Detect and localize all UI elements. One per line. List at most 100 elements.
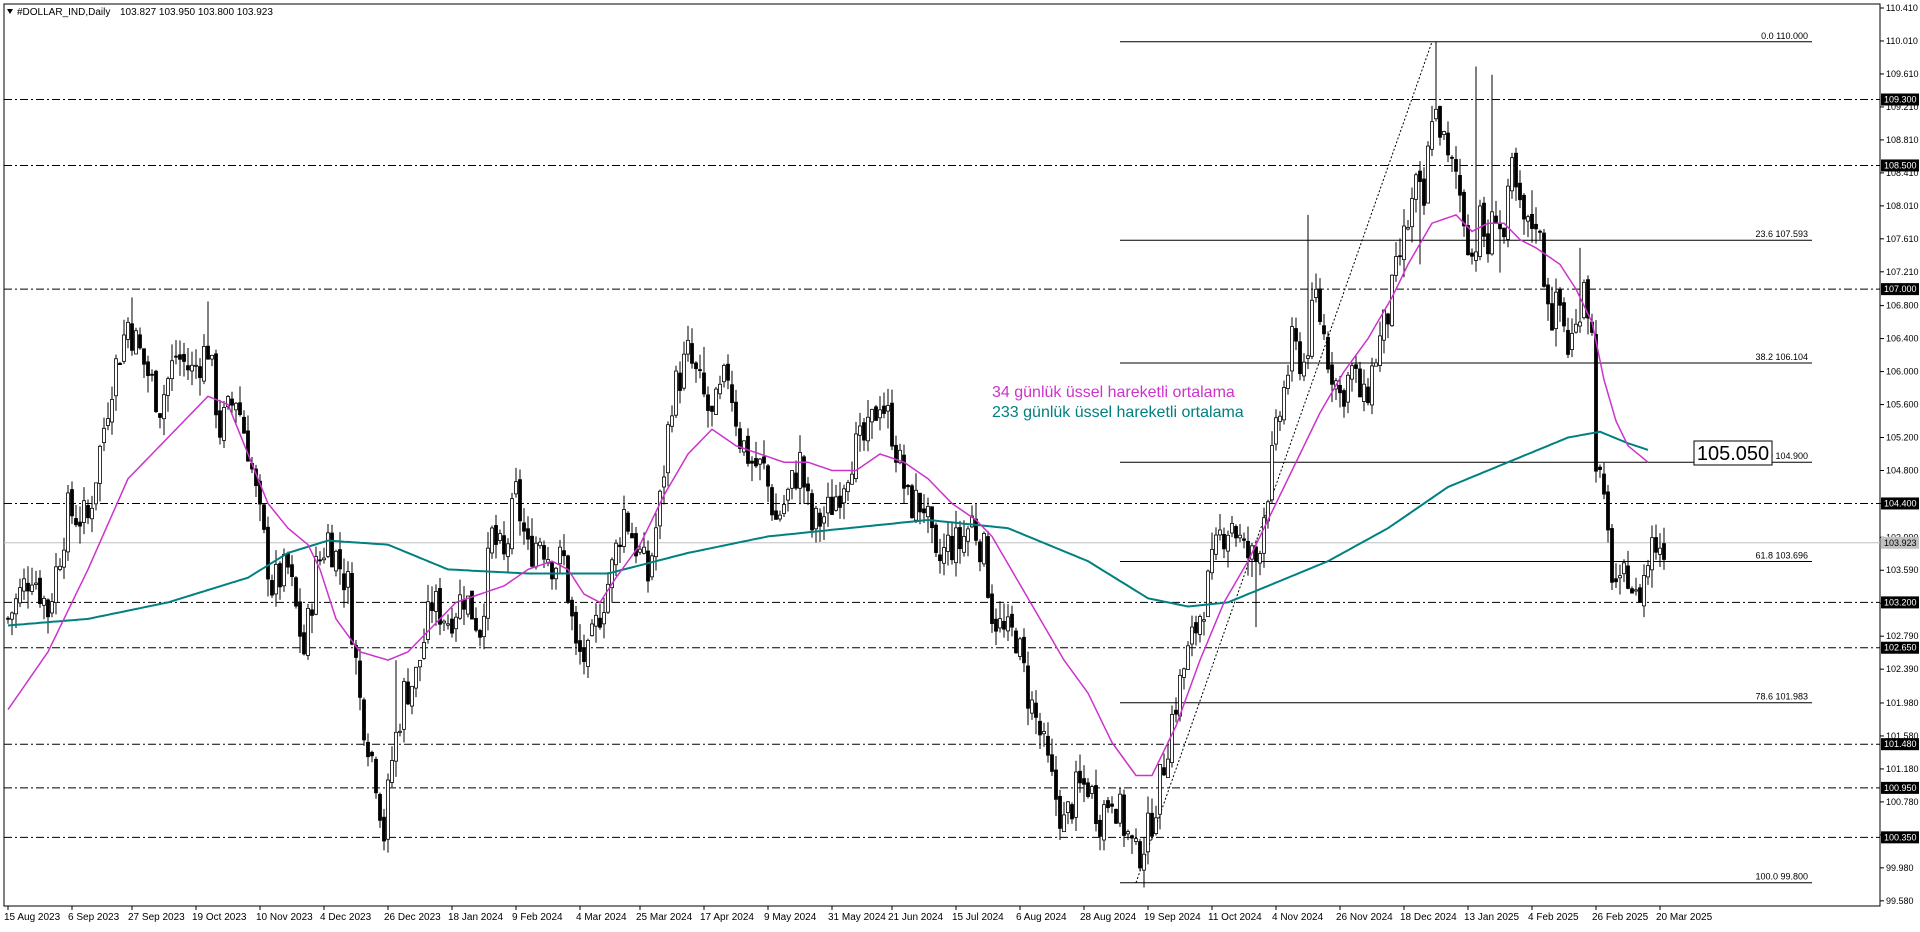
candle-body (1438, 106, 1442, 138)
level-price-tag: 101.480 (1884, 739, 1917, 749)
candle-body (534, 542, 538, 568)
candle-body (1194, 622, 1198, 634)
candle-body (710, 405, 714, 412)
candle-body (18, 587, 22, 604)
candle-body (1478, 205, 1482, 257)
candle-body (294, 577, 298, 607)
candle-body (1114, 808, 1118, 824)
candle-body (38, 577, 42, 605)
candle-body (1294, 328, 1298, 342)
candle (154, 369, 158, 413)
candle-body (794, 472, 798, 489)
candle-body (1082, 778, 1086, 785)
fib-level-label: 61.8 103.696 (1755, 551, 1808, 561)
candle-body (586, 639, 590, 667)
candle-body (658, 490, 662, 527)
candle-body (282, 554, 286, 587)
fib-level-label: 0.0 110.000 (1761, 31, 1808, 41)
candle-body (1118, 793, 1122, 824)
x-tick-label: 19 Oct 2023 (192, 912, 247, 923)
x-tick-label: 4 Nov 2024 (1272, 912, 1324, 923)
candle-body (1370, 365, 1374, 406)
candle-body (962, 536, 966, 553)
candle-body (478, 630, 482, 638)
x-tick-label: 27 Sep 2023 (128, 912, 185, 923)
candle-body (54, 566, 58, 603)
candle-body (1610, 528, 1614, 583)
candle-body (926, 505, 930, 518)
candle-body (1362, 383, 1366, 402)
candle-body (142, 348, 146, 365)
candle-body (1450, 156, 1454, 159)
x-tick-label: 19 Sep 2024 (1144, 912, 1201, 923)
candle-body (158, 413, 162, 418)
plot-area[interactable] (3, 3, 1881, 907)
candle-body (1658, 547, 1662, 555)
candle-body (1178, 674, 1182, 717)
candle (1426, 141, 1430, 204)
candle-body (1338, 384, 1342, 394)
candle-body (506, 543, 510, 557)
candle-body (1030, 699, 1034, 714)
candle-body (874, 406, 878, 421)
candle (134, 327, 138, 355)
candle-body (1366, 386, 1370, 404)
candle-body (918, 492, 922, 513)
candle (626, 511, 630, 535)
candle-body (1342, 390, 1346, 407)
candle-body (646, 550, 650, 582)
y-tick-label: 106.800 (1886, 301, 1919, 311)
candle-body (338, 549, 342, 570)
candle-body (718, 383, 722, 395)
candle-body (174, 355, 178, 358)
candle-body (678, 372, 682, 391)
candle-body (1206, 570, 1210, 618)
candle (1542, 228, 1546, 288)
y-tick-label: 102.390 (1886, 664, 1919, 674)
candle-body (1426, 145, 1430, 204)
price-chart[interactable]: 0.0 110.00023.6 107.59338.2 106.10450.0 … (0, 0, 1920, 927)
level-price-tag: 108.500 (1884, 160, 1917, 170)
candle-body (1394, 256, 1398, 276)
candle-body (1110, 803, 1114, 807)
candle-body (1190, 626, 1194, 645)
candle-body (758, 458, 762, 465)
candle-body (1562, 302, 1566, 327)
candle-body (422, 642, 426, 659)
candle-body (1614, 578, 1618, 583)
candle-body (1466, 225, 1470, 256)
candle-body (622, 509, 626, 547)
candle-body (670, 415, 674, 427)
candle-body (1322, 325, 1326, 335)
candle-body (1638, 587, 1642, 603)
y-tick-label: 106.400 (1886, 334, 1919, 344)
candle-body (402, 681, 406, 730)
y-tick-label: 109.610 (1886, 69, 1919, 79)
candle-body (602, 612, 606, 625)
candle-body (414, 666, 418, 689)
candle-body (1554, 291, 1558, 330)
candle-body (578, 640, 582, 652)
candle-body (642, 546, 646, 554)
ohlc-label: 103.827 103.950 103.800 103.923 (120, 7, 273, 18)
candle-body (994, 618, 998, 632)
candle-body (1242, 538, 1246, 541)
candle-body (514, 481, 518, 495)
candle-body (1442, 131, 1446, 135)
candle-body (502, 535, 506, 555)
y-tick-label: 105.600 (1886, 400, 1919, 410)
candle-body (1150, 812, 1154, 837)
candle-body (1106, 800, 1110, 809)
x-tick-label: 9 May 2024 (764, 912, 817, 923)
candle-body (382, 816, 386, 842)
candle-body (650, 555, 654, 578)
candle-body (786, 488, 790, 501)
candle-body (526, 528, 530, 540)
candle (1282, 380, 1286, 425)
candle-body (1130, 835, 1134, 839)
candle-body (946, 534, 950, 552)
y-tick-label: 108.810 (1886, 135, 1919, 145)
candle-body (510, 498, 514, 550)
candle-body (442, 620, 446, 624)
candle-body (1166, 758, 1170, 779)
